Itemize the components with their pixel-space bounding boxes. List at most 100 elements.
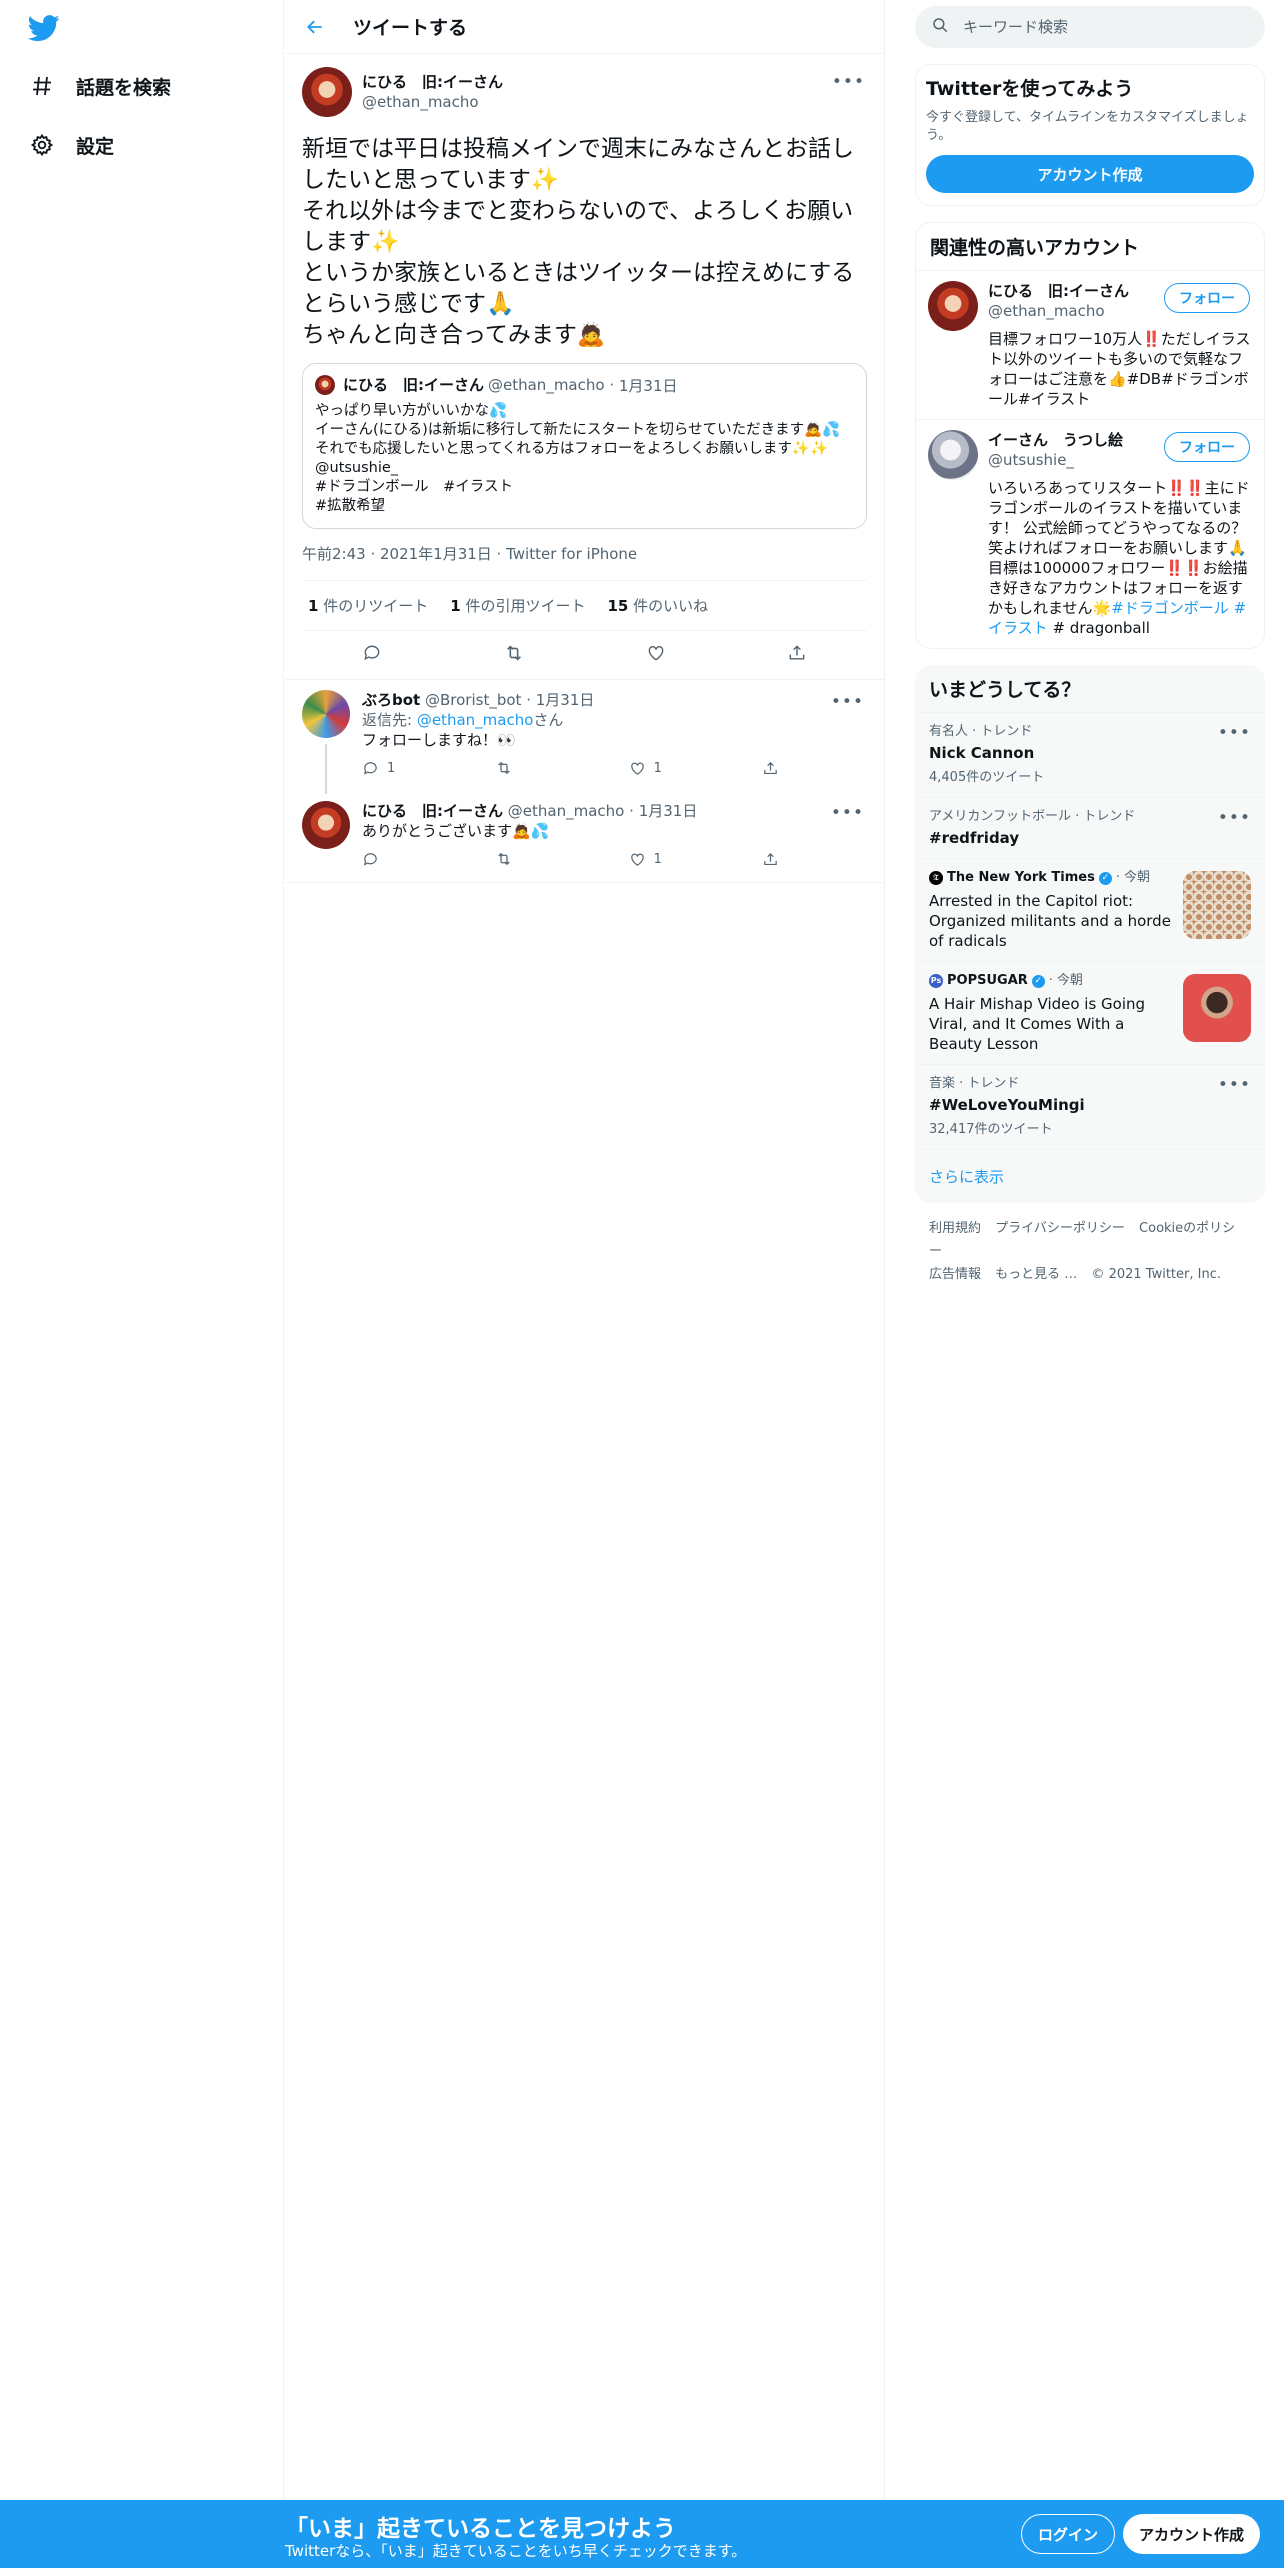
signup-card: Twitterを使ってみよう 今すぐ登録して、タイムラインをカスタマイズしましょ… [915,64,1265,206]
more-options-icon[interactable]: ••• [831,692,864,712]
footer-link[interactable]: 広告情報 [929,1267,981,1282]
more-options-icon[interactable]: ••• [832,72,865,92]
avatar[interactable] [928,281,978,331]
like-count[interactable]: 15 件のいいね [607,595,708,616]
dot-separator: · [526,691,531,709]
reply-author-handle[interactable]: @ethan_macho [508,802,625,820]
right-sidebar: Twitterを使ってみよう 今すぐ登録して、タイムラインをカスタマイズしましょ… [915,0,1265,1300]
nav-explore-label: 話題を検索 [76,76,172,99]
twitter-bird-icon[interactable] [27,12,64,44]
like-button[interactable]: 1 [629,760,689,777]
trend-title: #WeLoveYouMingi [929,1096,1085,1114]
avatar[interactable] [302,67,352,117]
footer-link[interactable]: プライバシーポリシー [995,1221,1125,1236]
reply-tweet[interactable]: にひる 旧:イーさん @ethan_macho · 1月31日 ••• ありがと… [285,791,884,883]
reply-date[interactable]: 1月31日 [639,802,698,820]
more-options-icon[interactable]: ••• [1218,808,1251,828]
page-title: ツイートする [353,17,468,39]
footer-link[interactable]: もっと見る … [995,1267,1077,1282]
retweet-icon [498,761,511,775]
reply-button[interactable]: 1 [362,760,422,777]
quote-count[interactable]: 1 件の引用ツイート [450,595,585,616]
main-tweet: にひる 旧:イーさん @ethan_macho ••• 新垣では平日は投稿メイン… [285,54,884,680]
signup-button[interactable]: アカウント作成 [1123,2514,1261,2554]
trend-context: 有名人 · トレンド [929,724,1033,739]
news-source: 𝔗 The New York Times ✓ · 今朝 [929,869,1173,887]
share-icon[interactable] [787,643,807,667]
trends-title: いまどうしてる？ [915,665,1265,713]
news-item[interactable]: Ps POPSUGAR ✓ · 今朝 A Hair Mishap Video i… [915,962,1265,1065]
bottom-bar-subtitle: Twitterなら、「いま」起きていることをいち早くチェックできます。 [285,2542,747,2560]
news-headline: A Hair Mishap Video is Going Viral, and … [929,995,1146,1053]
quoted-tweet[interactable]: にひる 旧:イーさん @ethan_macho · 1月31日 やっぱり早い方が… [302,363,867,529]
more-options-icon[interactable]: ••• [831,803,864,823]
column-header: ツイートする [285,0,884,54]
share-button[interactable] [762,851,782,868]
heart-icon[interactable] [646,643,666,667]
trend-count: 4,405件のツイート [929,770,1045,785]
reply-icon [363,761,377,775]
share-button[interactable] [762,760,782,777]
reply-header: ぶろbot @Brorist_bot · 1月31日 [362,690,867,710]
follow-button[interactable]: フォロー [1164,283,1250,313]
nav-explore[interactable]: 話題を検索 [28,66,171,106]
author-handle[interactable]: @ethan_macho [362,92,503,112]
reply-icon[interactable] [362,643,382,667]
thread-connector [325,744,327,794]
trend-title: Nick Cannon [929,744,1035,762]
show-more-link[interactable]: さらに表示 [915,1150,1265,1203]
trend-context: アメリカンフットボール · トレンド [929,809,1136,824]
search-icon [931,16,949,38]
quoted-text: やっぱり早い方がいいかな💦 イーさん(にひる)は新垢に移行して新たにスタートを切… [315,403,841,514]
retweet-count[interactable]: 1 件のリツイート [308,595,428,616]
tweet-timestamp[interactable]: 午前2:43 · 2021年1月31日 · Twitter for iPhone [302,529,867,581]
login-button[interactable]: ログイン [1021,2514,1116,2554]
reply-author-name[interactable]: ぶろbot [362,691,420,709]
reply-button[interactable] [362,851,422,868]
follow-button[interactable]: フォロー [1164,432,1250,462]
mention-link[interactable]: @ethan_macho [417,711,534,729]
account-bio: いろいろあってリスタート‼️‼️主にドラゴンボールのイラストを描いています！ 公… [988,479,1250,637]
trend-item[interactable]: アメリカンフットボール · トレンド #redfriday ••• [915,798,1265,859]
more-options-icon[interactable]: ••• [1218,1075,1251,1095]
author-name[interactable]: にひる 旧:イーさん [362,72,503,92]
trend-item[interactable]: 音楽 · トレンド #WeLoveYouMingi 32,417件のツイート •… [915,1065,1265,1150]
like-button[interactable]: 1 [629,851,689,868]
dot-separator: · [629,802,634,820]
bottom-signup-bar: 「いま」起きていることを見つけよう Twitterなら、「いま」起きていることを… [0,2500,1284,2568]
quoted-tweet-header: にひる 旧:イーさん @ethan_macho · 1月31日 [315,374,854,396]
reply-date[interactable]: 1月31日 [536,691,595,709]
more-options-icon[interactable]: ••• [1218,723,1251,743]
quoted-author-name: にひる 旧:イーさん [343,376,484,394]
retweet-icon[interactable] [503,642,525,668]
news-time: 今朝 [1124,870,1151,885]
verified-badge-icon: ✓ [1098,871,1112,885]
reply-author-name[interactable]: にひる 旧:イーさん [362,802,503,820]
trend-context: 音楽 · トレンド [929,1076,1020,1091]
related-account[interactable]: イーさん うつし絵 @utsushie_ いろいろあってリスタート‼️‼️主にド… [916,420,1264,648]
nav-settings[interactable]: 設定 [28,125,114,165]
reply-author-handle[interactable]: @Brorist_bot [425,691,521,709]
create-account-button[interactable]: アカウント作成 [926,155,1254,193]
reply-tweet[interactable]: ぶろbot @Brorist_bot · 1月31日 ••• 返信先: @eth… [285,680,884,794]
retweet-button[interactable] [495,850,555,868]
reply-actions: 1 [362,842,782,876]
related-account[interactable]: にひる 旧:イーさん @ethan_macho 目標フォロワー10万人‼️ただし… [916,271,1264,420]
avatar[interactable] [302,801,350,849]
tweet-text: 新垣では平日は投稿メインで週末にみなさんとお話ししたいと思っています✨ それ以外… [302,136,855,348]
footer-link[interactable]: 利用規約 [929,1221,981,1236]
footer-links: 利用規約 プライバシーポリシー Cookieのポリシー 広告情報 もっと見る …… [915,1203,1265,1300]
avatar[interactable] [302,690,350,738]
back-arrow-icon[interactable] [305,15,329,39]
avatar[interactable] [928,430,978,480]
trend-item[interactable]: 有名人 · トレンド Nick Cannon 4,405件のツイート ••• [915,713,1265,798]
news-item[interactable]: 𝔗 The New York Times ✓ · 今朝 Arrested in … [915,859,1265,962]
bottom-bar-title: 「いま」起きていることを見つけよう [285,2516,676,2542]
retweet-button[interactable] [495,759,555,777]
search-box[interactable] [915,6,1265,48]
reply-context: 返信先: @ethan_machoさん [362,711,564,729]
search-input[interactable] [963,18,1223,36]
tweet-author: にひる 旧:イーさん @ethan_macho ••• [302,64,867,120]
quoted-date: 1月31日 [618,376,678,395]
news-thumbnail [1183,974,1251,1042]
